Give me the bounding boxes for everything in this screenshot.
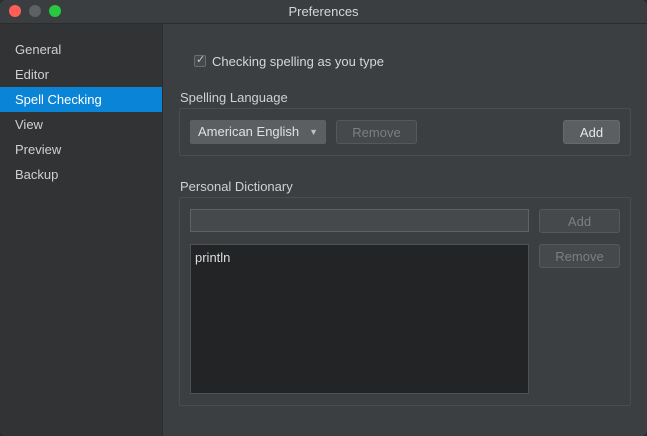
sidebar-item-preview[interactable]: Preview [0, 137, 162, 162]
language-select[interactable]: American English ▼ [190, 120, 326, 144]
language-remove-button[interactable]: Remove [336, 120, 417, 144]
dictionary-remove-button[interactable]: Remove [539, 244, 620, 268]
sidebar-item-general[interactable]: General [0, 37, 162, 62]
check-as-you-type-checkbox[interactable]: ✓ [194, 54, 206, 67]
sidebar: General Editor Spell Checking View Previ… [0, 24, 163, 436]
minimize-window-button[interactable] [29, 5, 41, 17]
personal-dictionary-heading: Personal Dictionary [180, 179, 293, 194]
chevron-down-icon: ▼ [309, 127, 318, 137]
window-title: Preferences [288, 4, 359, 19]
sidebar-item-view[interactable]: View [0, 112, 162, 137]
close-window-button[interactable] [9, 5, 21, 17]
spell-checking-panel: ✓ Checking spelling as you type Spelling… [163, 24, 647, 436]
dictionary-add-button[interactable]: Add [539, 209, 620, 233]
language-select-value: American English [198, 124, 300, 139]
check-as-you-type-label: Checking spelling as you type [212, 53, 384, 69]
preferences-window: Preferences General Editor Spell Checkin… [0, 0, 647, 436]
dictionary-word-input[interactable] [190, 209, 529, 232]
sidebar-item-spell-checking[interactable]: Spell Checking [0, 87, 162, 112]
spelling-language-heading: Spelling Language [180, 90, 288, 105]
sidebar-item-backup[interactable]: Backup [0, 162, 162, 187]
checkmark-icon: ✓ [196, 54, 206, 66]
check-as-you-type-row[interactable]: ✓ Checking spelling as you type [194, 53, 384, 69]
sidebar-item-editor[interactable]: Editor [0, 62, 162, 87]
language-add-button[interactable]: Add [563, 120, 620, 144]
dictionary-word-list[interactable]: println [190, 244, 529, 394]
list-item[interactable]: println [195, 249, 524, 266]
title-bar: Preferences [0, 0, 647, 24]
maximize-window-button[interactable] [49, 5, 61, 17]
